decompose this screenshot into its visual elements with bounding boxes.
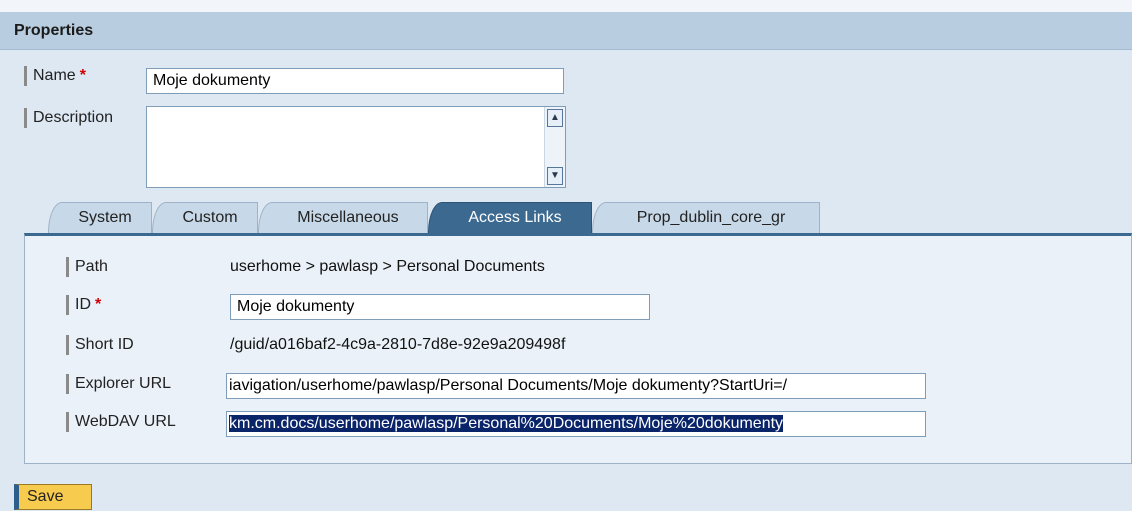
tab-custom-label: Custom [182, 209, 238, 226]
description-label-text: Description [33, 109, 114, 126]
description-field: ▲ ▼ [146, 106, 566, 188]
description-textarea[interactable] [147, 107, 545, 187]
id-label: ID * [66, 295, 101, 315]
path-label: Path [66, 257, 108, 277]
scroll-up-arrow-icon[interactable]: ▲ [547, 109, 563, 127]
name-input[interactable] [146, 68, 564, 94]
webdav-url-value: km.cm.docs/userhome/pawlasp/Personal%20D… [229, 415, 784, 432]
top-strip [0, 0, 1132, 10]
tab-miscellaneous-label: Miscellaneous [297, 209, 399, 226]
webdav-url-label: WebDAV URL [66, 412, 176, 432]
save-button[interactable]: Save [14, 484, 92, 510]
explorer-url-label-text: Explorer URL [75, 375, 172, 392]
path-label-text: Path [75, 258, 108, 275]
tab-prop-dublin-core-gr-label: Prop_dublin_core_gr [636, 209, 786, 226]
tab-system-label: System [78, 209, 132, 226]
panel-header: Properties [0, 12, 1132, 50]
path-value: userhome > pawlasp > Personal Documents [230, 258, 545, 275]
tab-access-links-label: Access Links [468, 209, 562, 226]
webdav-url-field[interactable]: km.cm.docs/userhome/pawlasp/Personal%20D… [226, 411, 926, 437]
short-id-label: Short ID [66, 335, 134, 355]
short-id-value: /guid/a016baf2-4c9a-2810-7d8e-92e9a20949… [230, 336, 566, 353]
explorer-url-label: Explorer URL [66, 374, 171, 394]
explorer-url-value: iavigation/userhome/pawlasp/Personal Doc… [229, 377, 788, 394]
explorer-url-field[interactable]: iavigation/userhome/pawlasp/Personal Doc… [226, 373, 926, 399]
panel-title: Properties [14, 22, 94, 39]
tab-miscellaneous[interactable]: Miscellaneous [258, 202, 428, 234]
scroll-down-arrow-icon[interactable]: ▼ [547, 167, 563, 185]
description-label: Description [24, 108, 113, 128]
name-label: Name * [24, 66, 86, 86]
id-input[interactable] [230, 294, 650, 320]
tab-access-links[interactable]: Access Links [428, 202, 592, 234]
tab-prop-dublin-core-gr[interactable]: Prop_dublin_core_gr [592, 202, 820, 234]
tab-system[interactable]: System [48, 202, 152, 234]
id-label-text: ID [75, 296, 91, 313]
tab-custom[interactable]: Custom [152, 202, 258, 234]
required-marker: * [95, 296, 102, 313]
name-label-text: Name [33, 67, 76, 84]
required-marker: * [79, 67, 86, 84]
short-id-label-text: Short ID [75, 336, 134, 353]
description-scrollbar[interactable]: ▲ ▼ [544, 107, 565, 187]
webdav-url-label-text: WebDAV URL [75, 413, 176, 430]
